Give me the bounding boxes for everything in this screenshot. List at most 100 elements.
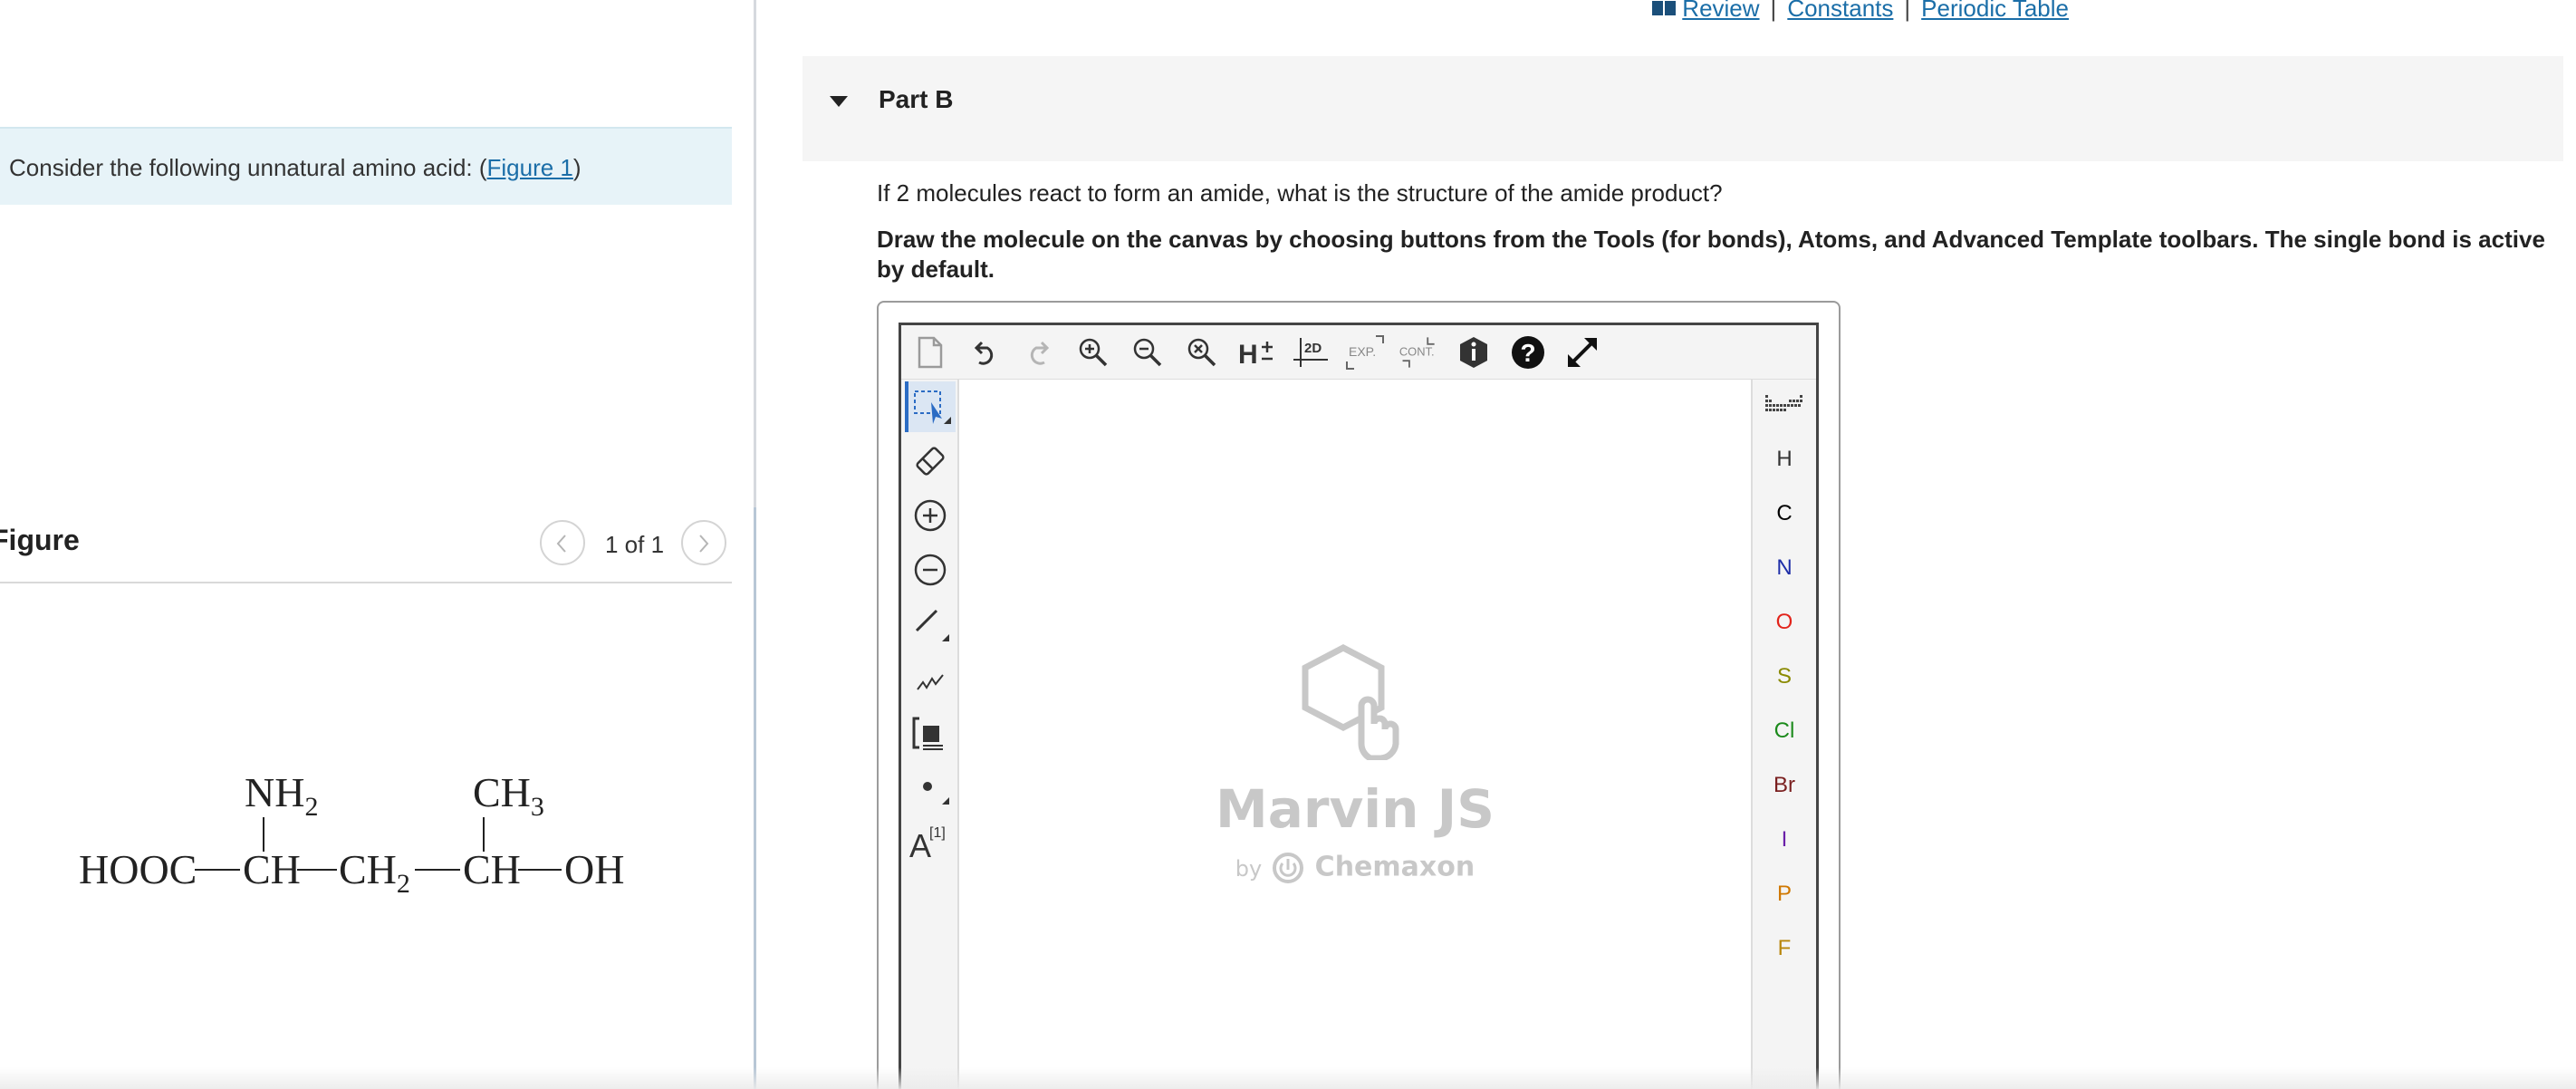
part-title: Part B [879, 85, 954, 113]
atom-button-o[interactable]: O [1753, 597, 1816, 648]
selection-tool[interactable] [905, 381, 956, 432]
new-document-button[interactable] [908, 332, 952, 372]
part-header[interactable]: Part B [803, 56, 2563, 161]
top-toolbar: H 2D EXP. CONT. ? [901, 325, 1816, 380]
undo-button[interactable] [963, 332, 1006, 372]
redo-button[interactable] [1017, 332, 1061, 372]
atom-label-tool[interactable]: A [1] [905, 816, 956, 867]
watermark-title: Marvin JS [1216, 778, 1495, 840]
atom-button-br[interactable]: Br [1753, 760, 1816, 811]
svg-text:EXP.: EXP. [1349, 344, 1376, 359]
fullscreen-button[interactable] [1561, 332, 1604, 372]
clean-2d-button[interactable]: 2D [1289, 332, 1332, 372]
atom-button-s[interactable]: S [1753, 651, 1816, 702]
sgroup-tool[interactable] [905, 708, 956, 758]
undo-icon [974, 341, 994, 365]
ch2-group: CH2 [339, 846, 410, 899]
atom-button-c[interactable]: C [1753, 488, 1816, 539]
atom-button-h[interactable]: H [1753, 434, 1816, 485]
zoom-in-button[interactable] [1072, 332, 1115, 372]
drawing-canvas[interactable]: Marvin JS by Chemaxon [959, 380, 1751, 1089]
contract-group-button[interactable]: CONT. [1398, 332, 1441, 372]
book-icon [1652, 1, 1677, 15]
constants-link[interactable]: Constants [1787, 0, 1893, 23]
figure-counter: 1 of 1 [605, 531, 665, 558]
next-figure-button[interactable] [681, 520, 726, 565]
radical-dot-icon [923, 782, 949, 805]
svg-text:CONT.: CONT. [1399, 345, 1435, 359]
question-text: If 2 molecules react to form an amide, w… [877, 179, 1723, 207]
atom-button-n[interactable]: N [1753, 543, 1816, 593]
zoom-fit-button[interactable] [1180, 332, 1224, 372]
new-document-icon [918, 336, 943, 369]
intro-box: Consider the following unnatural amino a… [0, 127, 732, 205]
marvin-logo-icon [1302, 644, 1399, 760]
left-pane: Consider the following unnatural amino a… [0, 0, 754, 1089]
zoom-in-icon [1079, 338, 1108, 367]
intro-suffix: ) [572, 154, 582, 181]
contract-icon: CONT. [1399, 337, 1435, 368]
single-bond-icon [915, 609, 949, 641]
chain-tool[interactable] [905, 653, 956, 704]
decrease-charge-tool[interactable] [905, 544, 956, 595]
atom-button-cl[interactable]: Cl [1753, 706, 1816, 757]
nh2-group: NH2 [245, 769, 318, 822]
marvin-editor: H 2D EXP. CONT. ? A [1] Marvin JS by Che… [899, 323, 1819, 1089]
intro-prefix: Consider the following unnatural amino a… [9, 154, 487, 181]
svg-text:A: A [909, 827, 931, 863]
pane-divider-accent [754, 507, 756, 1089]
atom-button-p[interactable]: P [1753, 869, 1816, 920]
periodic-table-link[interactable]: Periodic Table [1921, 0, 2069, 23]
figure-header: Figure 1 of 1 [0, 518, 732, 583]
fullscreen-icon [1568, 338, 1597, 367]
chevron-left-icon [556, 535, 566, 553]
resource-links: Review | Constants | Periodic Table [1651, 0, 2069, 22]
info-icon [1460, 337, 1487, 368]
zoom-out-button[interactable] [1126, 332, 1169, 372]
atom-button-i[interactable]: I [1753, 814, 1816, 865]
figure-1-link[interactable]: Figure 1 [487, 154, 573, 181]
redo-icon [1030, 341, 1050, 365]
figure-title: Figure [0, 524, 80, 556]
clean-2d-icon: 2D [1293, 338, 1328, 367]
radical-tool[interactable] [905, 762, 956, 813]
intro-text: Consider the following unnatural amino a… [9, 154, 582, 182]
plus-circle-icon [914, 499, 947, 532]
svg-text:H: H [1238, 340, 1258, 369]
periodic-table-button[interactable] [1753, 380, 1816, 430]
expand-group-button[interactable]: EXP. [1343, 332, 1387, 372]
zoom-out-icon [1133, 338, 1162, 367]
help-icon: ? [1512, 336, 1544, 369]
marvin-editor-frame: H 2D EXP. CONT. ? A [1] Marvin JS by Che… [877, 301, 1841, 1089]
review-link[interactable]: Review [1682, 0, 1759, 23]
link-separator: | [1770, 0, 1777, 22]
chain-icon [917, 674, 944, 690]
ch3-group: CH3 [473, 769, 544, 822]
chevron-right-icon [699, 535, 709, 553]
single-bond-tool[interactable] [905, 599, 956, 650]
minus-circle-icon [914, 554, 947, 586]
previous-figure-button[interactable] [540, 520, 585, 565]
chemaxon-logo-icon [1273, 853, 1304, 883]
bracket-icon [912, 717, 943, 750]
watermark-brand: by Chemaxon [959, 851, 1751, 885]
left-toolbar: A [1] [901, 380, 959, 1089]
svg-text:?: ? [1520, 339, 1535, 367]
collapse-triangle-icon[interactable] [828, 91, 850, 112]
atom-button-f[interactable]: F [1753, 923, 1816, 974]
amino-acid-structure: NH2 CH3 HOOC CH CH2 CH OH [79, 769, 624, 899]
periodic-table-icon [1765, 395, 1802, 411]
hydrogen-toggle-icon: H [1238, 340, 1273, 369]
hydrogen-toggle-button[interactable]: H [1235, 332, 1278, 372]
eraser-tool[interactable] [905, 436, 956, 487]
zoom-fit-icon [1187, 338, 1216, 367]
svg-text:[1]: [1] [929, 825, 946, 841]
atoms-toolbar: H C N O S Cl Br I P F [1751, 380, 1816, 1089]
text-label-icon: A[1] [909, 825, 946, 863]
help-button[interactable]: ? [1506, 332, 1550, 372]
rectangle-selection-icon [914, 390, 951, 424]
info-button[interactable] [1452, 332, 1495, 372]
ch-beta: CH [463, 846, 521, 892]
increase-charge-tool[interactable] [905, 490, 956, 541]
hooc-group: HOOC [79, 846, 197, 892]
